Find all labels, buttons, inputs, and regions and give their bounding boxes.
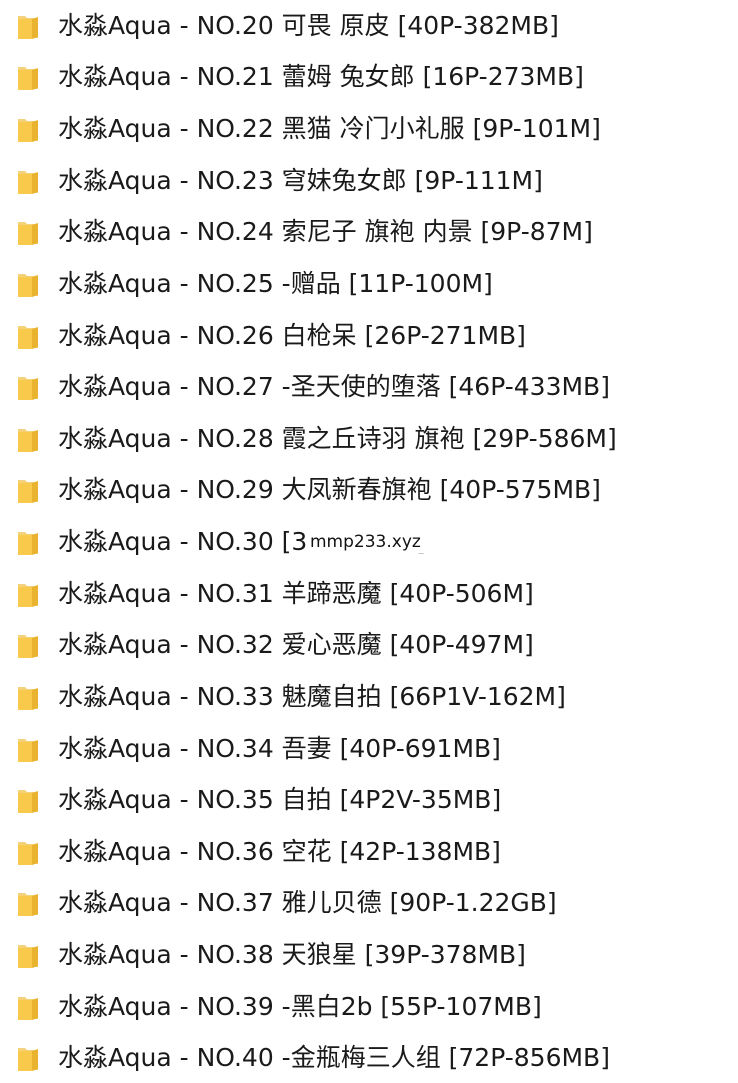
folder-name: 水淼Aqua - NO.29 大凤新春旗袍 [40P-575MB] bbox=[58, 474, 601, 504]
folder-icon bbox=[16, 683, 42, 711]
folder-item[interactable]: 水淼Aqua - NO.34 吾妻 [40P-691MB] bbox=[0, 723, 738, 774]
folder-icon bbox=[16, 476, 42, 504]
folder-icon bbox=[16, 528, 42, 556]
folder-item[interactable]: 水淼Aqua - NO.32 爱心恶魔 [40P-497M] bbox=[0, 619, 738, 670]
folder-icon bbox=[16, 993, 42, 1021]
folder-name: 水淼Aqua - NO.40 -金瓶梅三人组 [72P-856MB] bbox=[58, 1042, 610, 1072]
folder-name: 水淼Aqua - NO.25 -赠品 [11P-100M] bbox=[58, 268, 493, 298]
folder-icon bbox=[16, 218, 42, 246]
folder-name: 水淼Aqua - NO.23 穹妹兔女郎 [9P-111M] bbox=[58, 165, 543, 195]
folder-icon bbox=[16, 425, 42, 453]
folder-item[interactable]: 水淼Aqua - NO.28 霞之丘诗羽 旗袍 [29P-586M] bbox=[0, 413, 738, 464]
folder-item[interactable]: 水淼Aqua - NO.37 雅儿贝德 [90P-1.22GB] bbox=[0, 877, 738, 928]
folder-icon bbox=[16, 580, 42, 608]
folder-icon bbox=[16, 631, 42, 659]
folder-icon bbox=[16, 1044, 42, 1072]
folder-name: 水淼Aqua - NO.26 白枪呆 [26P-271MB] bbox=[58, 320, 526, 350]
folder-name: 水淼Aqua - NO.39 -黑白2b [55P-107MB] bbox=[58, 991, 542, 1021]
folder-item[interactable]: 水淼Aqua - NO.20 可畏 原皮 [40P-382MB] bbox=[0, 0, 738, 51]
folder-icon bbox=[16, 889, 42, 917]
folder-item[interactable]: 水淼Aqua - NO.39 -黑白2b [55P-107MB] bbox=[0, 981, 738, 1032]
folder-icon bbox=[16, 63, 42, 91]
folder-icon bbox=[16, 373, 42, 401]
folder-name: 水淼Aqua - NO.35 自拍 [4P2V-35MB] bbox=[58, 784, 502, 814]
folder-item[interactable]: 水淼Aqua - NO.31 羊蹄恶魔 [40P-506M] bbox=[0, 568, 738, 619]
folder-name: 水淼Aqua - NO.34 吾妻 [40P-691MB] bbox=[58, 733, 501, 763]
folder-name: 水淼Aqua - NO.22 黑猫 冷门小礼服 [9P-101M] bbox=[58, 113, 601, 143]
folder-name: 水淼Aqua - NO.32 爱心恶魔 [40P-497M] bbox=[58, 629, 534, 659]
folder-icon bbox=[16, 270, 42, 298]
folder-item[interactable]: 水淼Aqua - NO.35 自拍 [4P2V-35MB] bbox=[0, 774, 738, 825]
folder-item[interactable]: 水淼Aqua - NO.25 -赠品 [11P-100M] bbox=[0, 258, 738, 309]
folder-name: 水淼Aqua - NO.24 索尼子 旗袍 内景 [9P-87M] bbox=[58, 216, 593, 246]
folder-item[interactable]: 水淼Aqua - NO.38 天狼星 [39P-378MB] bbox=[0, 929, 738, 980]
folder-icon bbox=[16, 12, 42, 40]
folder-name: 水淼Aqua - NO.33 魅魔自拍 [66P1V-162M] bbox=[58, 681, 566, 711]
folder-name: 水淼Aqua - NO.31 羊蹄恶魔 [40P-506M] bbox=[58, 578, 534, 608]
folder-name: 水淼Aqua - NO.21 蕾姆 兔女郎 [16P-273MB] bbox=[58, 61, 584, 91]
folder-icon bbox=[16, 167, 42, 195]
folder-item[interactable]: 水淼Aqua - NO.27 -圣天使的堕落 [46P-433MB] bbox=[0, 361, 738, 412]
folder-name: 水淼Aqua - NO.37 雅儿贝德 [90P-1.22GB] bbox=[58, 887, 557, 917]
folder-item[interactable]: 水淼Aqua - NO.21 蕾姆 兔女郎 [16P-273MB] bbox=[0, 51, 738, 102]
folder-icon bbox=[16, 115, 42, 143]
folder-icon bbox=[16, 838, 42, 866]
folder-item[interactable]: 水淼Aqua - NO.36 空花 [42P-138MB] bbox=[0, 826, 738, 877]
folder-item[interactable]: 水淼Aqua - NO.23 穹妹兔女郎 [9P-111M] bbox=[0, 155, 738, 206]
folder-icon bbox=[16, 735, 42, 763]
folder-name: 水淼Aqua - NO.27 -圣天使的堕落 [46P-433MB] bbox=[58, 371, 610, 401]
watermark-text: mmp233.xyz bbox=[308, 531, 427, 553]
folder-name: 水淼Aqua - NO.36 空花 [42P-138MB] bbox=[58, 836, 501, 866]
folder-icon bbox=[16, 941, 42, 969]
folder-item[interactable]: 水淼Aqua - NO.24 索尼子 旗袍 内景 [9P-87M] bbox=[0, 206, 738, 257]
folder-item[interactable]: 水淼Aqua - NO.29 大凤新春旗袍 [40P-575MB] bbox=[0, 464, 738, 515]
folder-item[interactable]: 水淼Aqua - NO.33 魅魔自拍 [66P1V-162M] bbox=[0, 671, 738, 722]
folder-name: 水淼Aqua - NO.28 霞之丘诗羽 旗袍 [29P-586M] bbox=[58, 423, 617, 453]
folder-item[interactable]: 水淼Aqua - NO.22 黑猫 冷门小礼服 [9P-101M] bbox=[0, 103, 738, 154]
folder-icon bbox=[16, 786, 42, 814]
folder-name: 水淼Aqua - NO.38 天狼星 [39P-378MB] bbox=[58, 939, 526, 969]
folder-icon bbox=[16, 322, 42, 350]
folder-item[interactable]: 水淼Aqua - NO.40 -金瓶梅三人组 [72P-856MB] bbox=[0, 1032, 738, 1083]
folder-name: 水淼Aqua - NO.20 可畏 原皮 [40P-382MB] bbox=[58, 10, 559, 40]
folder-item[interactable]: 水淼Aqua - NO.26 白枪呆 [26P-271MB] bbox=[0, 310, 738, 361]
